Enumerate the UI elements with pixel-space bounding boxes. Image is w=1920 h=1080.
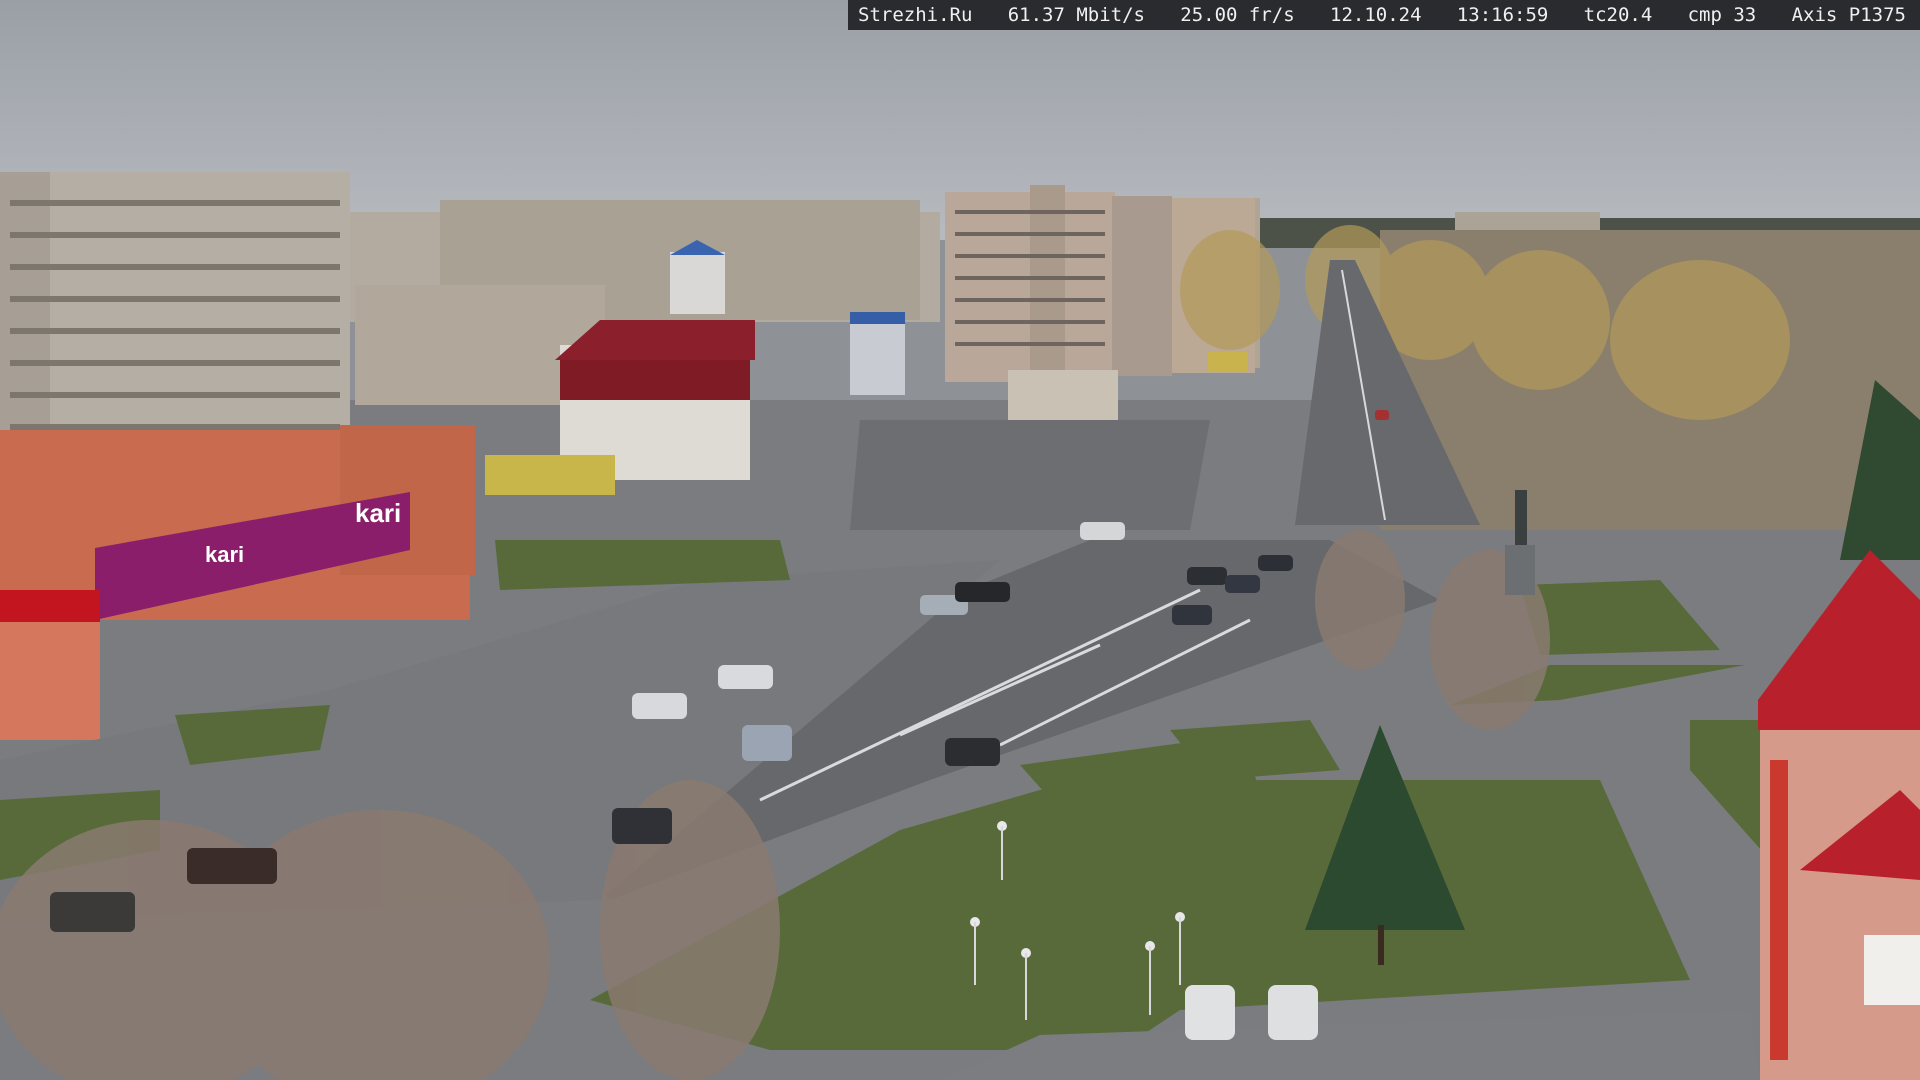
billboard	[1208, 352, 1248, 372]
osd-site: Strezhi.Ru	[858, 4, 973, 26]
yellow-kiosk	[485, 455, 615, 495]
osd-cmp: cmp 33	[1687, 4, 1757, 26]
tall-building-center	[945, 185, 1172, 385]
camera-osd-bar: Strezhi.Ru 61.37 Mbit/s 25.00 fr/s 12.10…	[848, 0, 1920, 30]
blue-building	[850, 315, 905, 395]
blue-roof-tower	[670, 252, 725, 314]
kari-sign-side: kari	[355, 498, 401, 528]
osd-bitrate: 61.37 Mbit/s	[1007, 4, 1145, 26]
kari-sign-front: kari	[205, 542, 244, 567]
osd-tc: tc20.4	[1583, 4, 1653, 26]
camera-view: kari kari Strezhi.Ru 61.37 Mbit/s 25.00 …	[0, 0, 1920, 1080]
low-building	[1008, 370, 1118, 420]
square-plaza	[850, 420, 1210, 530]
osd-framerate: 25.00 fr/s	[1180, 4, 1295, 26]
statue-pedestal	[1505, 545, 1535, 595]
osd-time: 13:16:59	[1456, 4, 1549, 26]
osd-date: 12.10.24	[1330, 4, 1422, 26]
statue	[1515, 490, 1527, 545]
osd-camera-model: Axis P1375	[1791, 4, 1906, 26]
street-scene: kari kari	[0, 0, 1920, 1080]
